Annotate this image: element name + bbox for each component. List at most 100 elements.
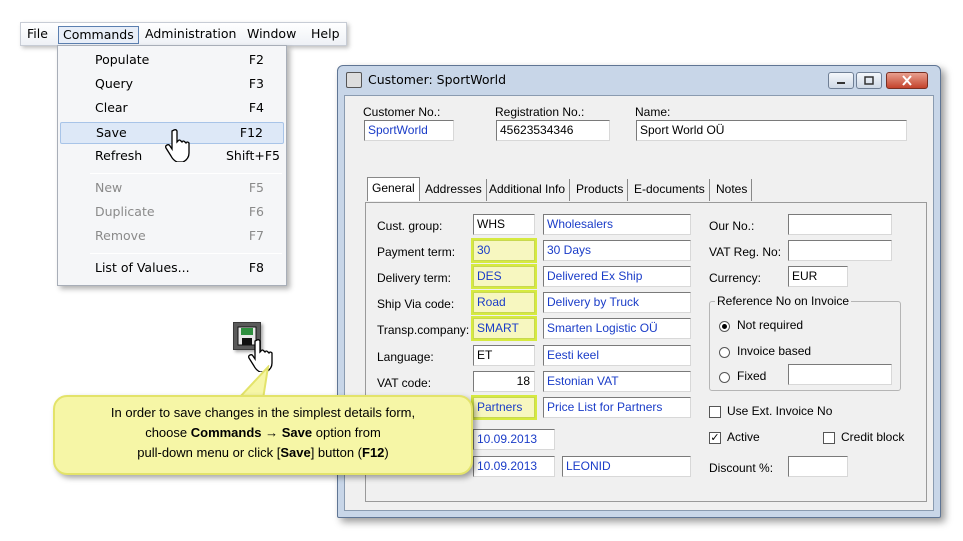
close-button[interactable] bbox=[886, 72, 928, 89]
payment-term-code-field[interactable]: 30 bbox=[473, 240, 535, 261]
menu-item-populate[interactable]: Populate F2 bbox=[60, 50, 284, 72]
currency-field[interactable]: EUR bbox=[788, 266, 848, 287]
currency-label: Currency: bbox=[709, 271, 762, 285]
ship-via-name-field[interactable]: Delivery by Truck bbox=[543, 292, 691, 313]
registration-no-field[interactable]: 45623534346 bbox=[496, 120, 610, 141]
callout-line-3: pull-down menu or click [Save] button (F… bbox=[55, 443, 471, 463]
our-no-field[interactable] bbox=[788, 214, 892, 235]
ship-via-label: Ship Via code: bbox=[377, 297, 455, 311]
tab-e-documents[interactable]: E-documents bbox=[630, 179, 710, 201]
maximize-button[interactable] bbox=[856, 72, 882, 89]
use-ext-invoice-checkbox[interactable] bbox=[709, 406, 721, 418]
close-icon bbox=[902, 75, 912, 86]
tab-addresses[interactable]: Addresses bbox=[421, 179, 487, 201]
tab-notes[interactable]: Notes bbox=[712, 179, 753, 201]
delivery-term-name-field[interactable]: Delivered Ex Ship bbox=[543, 266, 691, 287]
cust-group-code-field[interactable]: WHS bbox=[473, 214, 535, 235]
ship-via-code-field[interactable]: Road bbox=[473, 292, 535, 313]
language-code-field[interactable]: ET bbox=[473, 345, 535, 366]
menu-item-shortcut: F7 bbox=[248, 228, 264, 243]
vat-reg-no-field[interactable] bbox=[788, 240, 892, 261]
user-field[interactable]: LEONID bbox=[562, 456, 691, 477]
menu-item-label: List of Values... bbox=[95, 260, 190, 275]
minimize-button[interactable] bbox=[828, 72, 854, 89]
price-list-name-field[interactable]: Price List for Partners bbox=[543, 397, 691, 418]
menu-item-shortcut: F5 bbox=[248, 180, 264, 195]
cust-group-name-field[interactable]: Wholesalers bbox=[543, 214, 691, 235]
delivery-term-code-field[interactable]: DES bbox=[473, 266, 535, 287]
credit-block-checkbox[interactable] bbox=[823, 432, 835, 444]
callout-arrow: → bbox=[261, 425, 282, 440]
use-ext-invoice-label: Use Ext. Invoice No bbox=[727, 404, 833, 418]
menu-item-query[interactable]: Query F3 bbox=[60, 74, 284, 96]
menu-item-label: Remove bbox=[95, 228, 146, 243]
name-label: Name: bbox=[635, 105, 671, 119]
name-field[interactable]: Sport World OÜ bbox=[636, 120, 907, 141]
our-no-label: Our No.: bbox=[709, 219, 755, 233]
radio-not-required-label: Not required bbox=[737, 318, 804, 332]
reference-no-group-title: Reference No on Invoice bbox=[715, 294, 852, 308]
menu-item-shortcut: F8 bbox=[248, 260, 264, 275]
transp-company-code-field[interactable]: SMART bbox=[473, 318, 535, 339]
credit-block-label: Credit block bbox=[841, 430, 905, 444]
date-modified-field[interactable]: 10.09.2013 bbox=[473, 456, 555, 477]
menu-item-duplicate[interactable]: Duplicate F6 bbox=[60, 202, 284, 224]
tab-additional-info[interactable]: Additional Info bbox=[485, 179, 571, 201]
menu-separator bbox=[90, 173, 282, 174]
radio-fixed[interactable] bbox=[719, 372, 730, 383]
menu-administration[interactable]: Administration bbox=[141, 26, 240, 44]
menu-item-label: Clear bbox=[95, 100, 128, 115]
price-list-code-field[interactable]: Partners bbox=[473, 397, 535, 418]
fixed-reference-field[interactable] bbox=[788, 364, 892, 385]
customer-no-field[interactable]: SportWorld bbox=[364, 120, 454, 141]
vat-name-field[interactable]: Estonian VAT bbox=[543, 371, 691, 392]
menu-item-shortcut: F4 bbox=[248, 100, 264, 115]
payment-term-name-field[interactable]: 30 Days bbox=[543, 240, 691, 261]
active-label: Active bbox=[727, 430, 760, 444]
menu-separator bbox=[90, 253, 282, 254]
menu-item-clear[interactable]: Clear F4 bbox=[60, 98, 284, 120]
radio-fixed-label: Fixed bbox=[737, 369, 767, 383]
menu-commands[interactable]: Commands bbox=[58, 26, 139, 44]
transp-company-name-field[interactable]: Smarten Logistic OÜ bbox=[543, 318, 691, 339]
date-created-field[interactable]: 10.09.2013 bbox=[473, 429, 555, 450]
radio-invoice-based-label: Invoice based bbox=[737, 344, 812, 358]
menu-window[interactable]: Window bbox=[243, 26, 300, 44]
menu-item-shortcut: F3 bbox=[248, 76, 264, 91]
tab-products[interactable]: Products bbox=[572, 179, 629, 201]
radio-not-required[interactable] bbox=[719, 321, 730, 332]
menu-item-shortcut: F2 bbox=[248, 52, 264, 67]
cust-group-label: Cust. group: bbox=[377, 219, 443, 233]
vat-code-label: VAT code: bbox=[377, 376, 432, 390]
callout-bold-commands: Commands bbox=[190, 425, 262, 440]
hand-cursor-icon bbox=[165, 129, 190, 162]
callout-text: pull-down menu or click [ bbox=[137, 445, 281, 460]
vat-code-field[interactable]: 18 bbox=[473, 371, 535, 392]
payment-term-label: Payment term: bbox=[377, 245, 456, 259]
discount-label: Discount %: bbox=[709, 461, 774, 475]
radio-invoice-based[interactable] bbox=[719, 347, 730, 358]
callout-bold-key: F12 bbox=[362, 445, 385, 460]
vat-reg-no-label: VAT Reg. No: bbox=[709, 245, 782, 259]
window-titlebar: Customer: SportWorld bbox=[338, 66, 940, 94]
registration-no-label: Registration No.: bbox=[495, 105, 585, 119]
menu-item-new[interactable]: New F5 bbox=[60, 178, 284, 200]
language-name-field[interactable]: Eesti keel bbox=[543, 345, 691, 366]
menu-item-remove[interactable]: Remove F7 bbox=[60, 226, 284, 248]
callout-text: ] button ( bbox=[310, 445, 362, 460]
window-title: Customer: SportWorld bbox=[368, 72, 507, 87]
menu-item-label: New bbox=[95, 180, 123, 195]
menu-item-label: Duplicate bbox=[95, 204, 155, 219]
callout-line-1: In order to save changes in the simplest… bbox=[110, 405, 416, 420]
active-checkbox[interactable]: ✓ bbox=[709, 432, 721, 444]
minimize-icon bbox=[837, 82, 845, 84]
menu-help[interactable]: Help bbox=[307, 26, 344, 44]
menu-bar: File Commands Administration Window Help bbox=[20, 22, 347, 46]
menu-item-list-of-values[interactable]: List of Values... F8 bbox=[60, 258, 284, 280]
discount-field[interactable] bbox=[788, 456, 848, 477]
transp-company-label: Transp.company: bbox=[377, 323, 470, 337]
menu-item-label: Populate bbox=[95, 52, 150, 67]
menu-file[interactable]: File bbox=[23, 26, 52, 44]
callout-text: option from bbox=[312, 425, 381, 440]
tab-general[interactable]: General bbox=[367, 177, 420, 201]
